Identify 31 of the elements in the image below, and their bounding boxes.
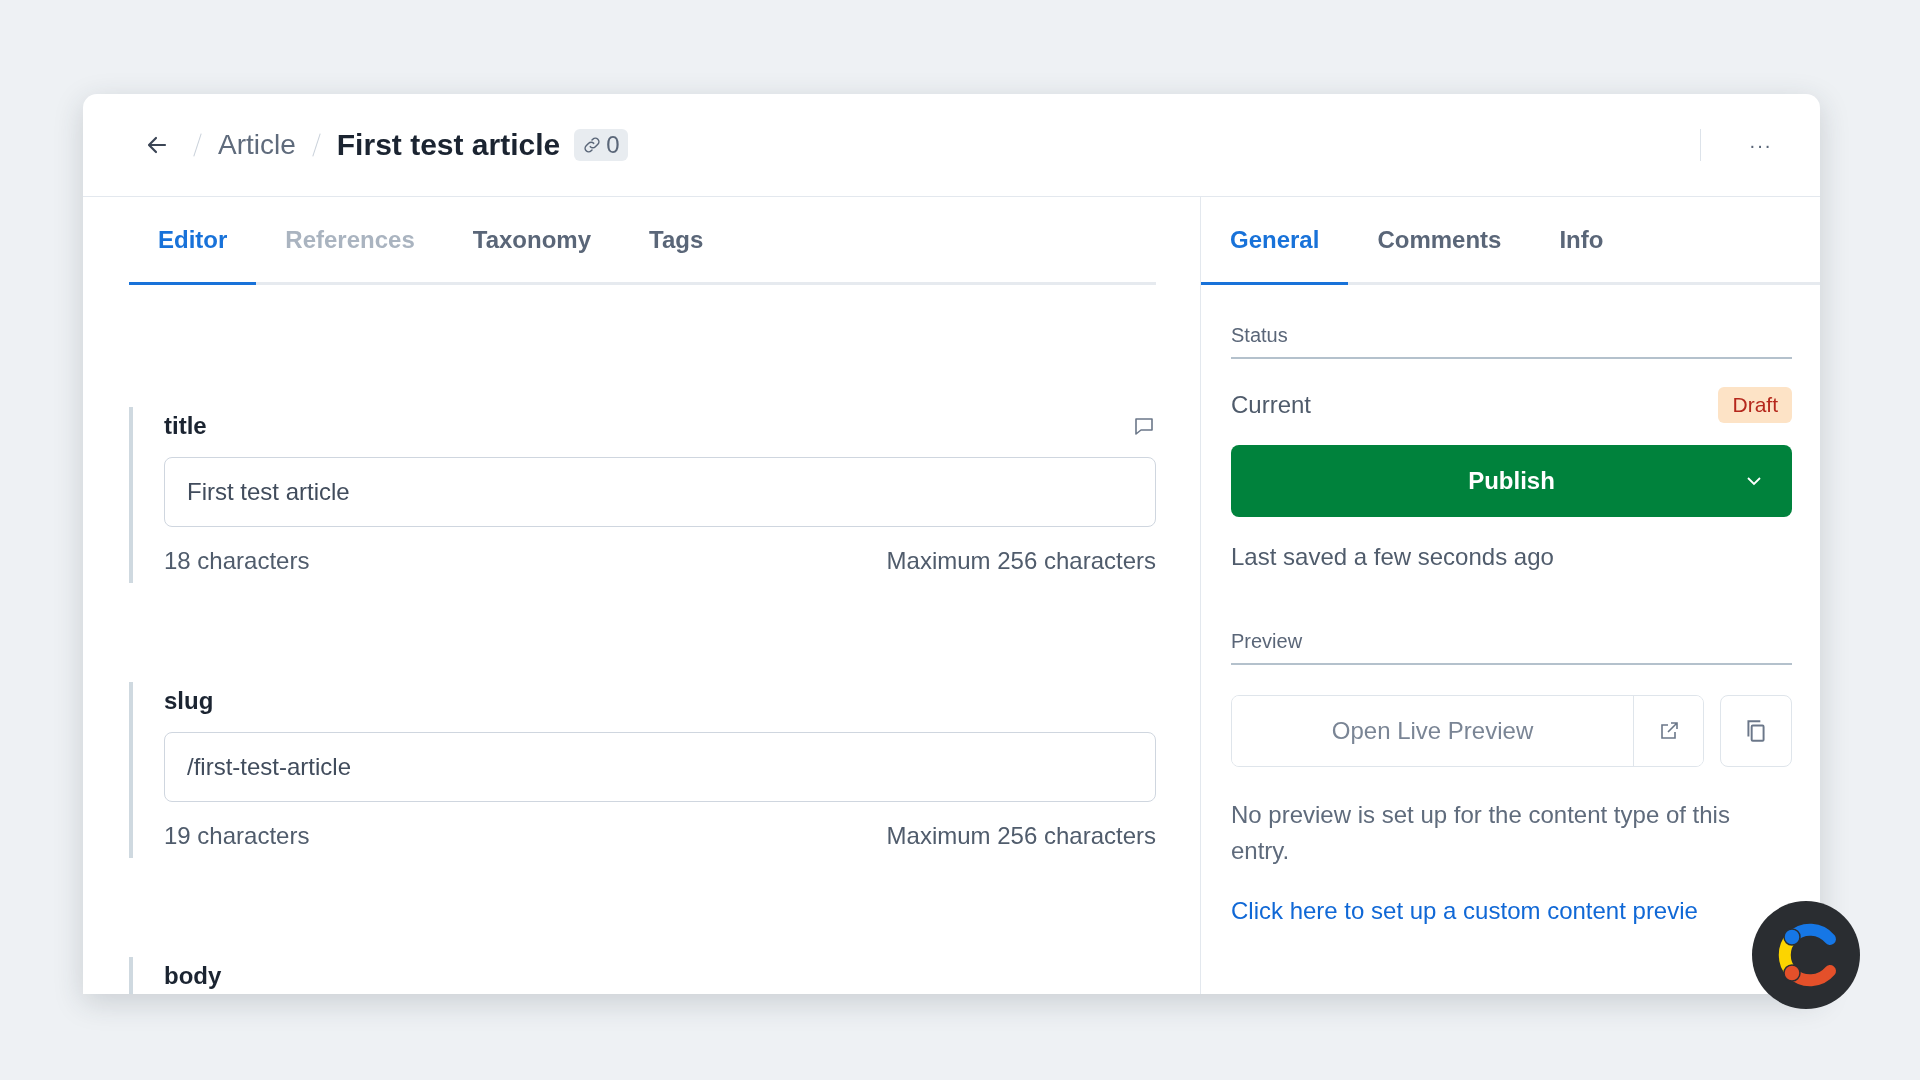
text-input-field[interactable]: First test article (164, 457, 1156, 527)
field-label: title (164, 412, 207, 440)
last-saved-text: Last saved a few seconds ago (1231, 543, 1555, 571)
character-limit: Maximum 256 characters (886, 822, 1156, 850)
field-label: slug (164, 687, 214, 715)
setup-preview-link[interactable]: Click here to set up a custom content previe (1231, 897, 1698, 925)
references-badge[interactable]: 0 (574, 129, 628, 161)
more-button[interactable]: ··· (1741, 133, 1780, 157)
section-heading: Status (1231, 298, 1792, 359)
link-icon (582, 135, 603, 155)
status-badge: Draft (1718, 387, 1792, 423)
editor-tab[interactable]: Editor (129, 197, 257, 285)
section-heading: Preview (1231, 630, 1792, 665)
sidebar-tab[interactable]: General (1201, 197, 1349, 285)
sidebar-tab[interactable]: Comments (1348, 197, 1531, 285)
character-count: 18 characters (164, 547, 310, 575)
publish-button[interactable]: Publish (1231, 445, 1792, 517)
editor-tab[interactable]: Tags (620, 197, 733, 285)
sidebar-tab[interactable]: Info (1530, 197, 1633, 285)
external-link-button[interactable] (1633, 696, 1703, 766)
current-label: Current (1231, 391, 1312, 419)
character-limit: Maximum 256 characters (886, 547, 1156, 575)
preview-note: No preview is set up for the content type of this entry. (1231, 800, 1731, 866)
text-input-field[interactable]: /first-test-article (164, 732, 1156, 802)
app-logo-icon[interactable] (1752, 901, 1860, 1009)
copy-button[interactable] (1720, 695, 1792, 767)
entry-title: First test article (336, 128, 561, 162)
breadcrumb-link[interactable]: Article (218, 129, 296, 161)
editor-tab[interactable]: Taxonomy (443, 197, 620, 285)
field-label: body (164, 962, 222, 990)
character-count: 19 characters (164, 822, 310, 850)
